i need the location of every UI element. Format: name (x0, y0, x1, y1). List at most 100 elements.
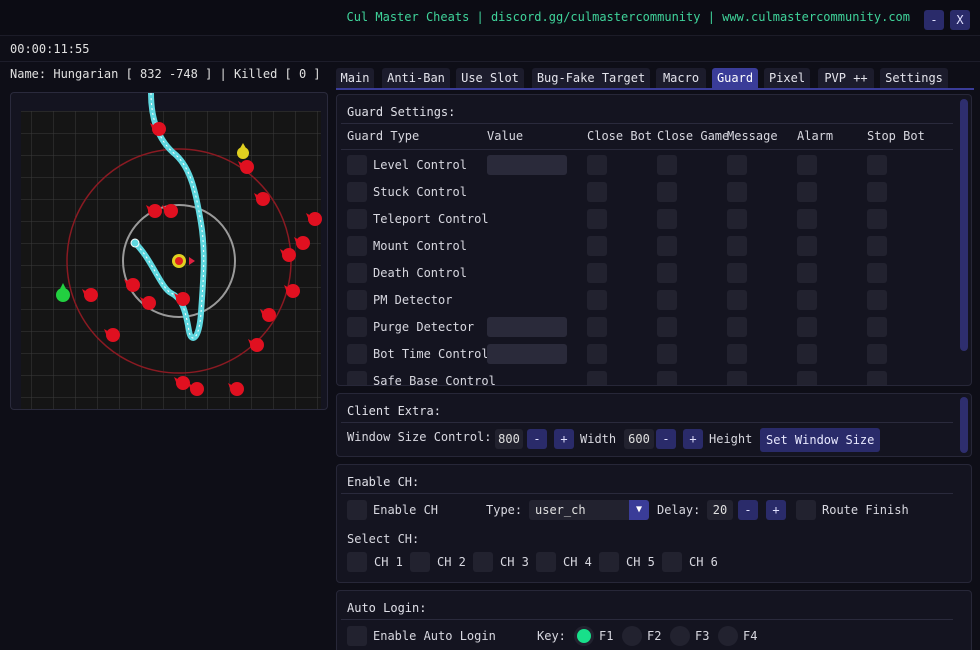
close-bot-checkbox[interactable] (587, 317, 607, 337)
enable-auto-login-checkbox[interactable] (347, 626, 367, 646)
tab-guard[interactable]: Guard (712, 68, 758, 88)
alarm-checkbox[interactable] (797, 371, 817, 385)
height-decrease-button[interactable]: - (656, 429, 676, 449)
alarm-checkbox[interactable] (797, 263, 817, 283)
set-window-size-button[interactable]: Set Window Size (760, 428, 880, 452)
close-bot-checkbox[interactable] (587, 344, 607, 364)
channel-checkbox[interactable] (599, 552, 619, 572)
delay-input[interactable]: 20 (707, 500, 733, 520)
elapsed-timer: 00:00:11:55 (10, 42, 90, 56)
close-game-checkbox[interactable] (657, 155, 677, 175)
alarm-checkbox[interactable] (797, 317, 817, 337)
tab-bug-fake-target[interactable]: Bug-Fake Target (532, 68, 650, 88)
stop-bot-checkbox[interactable] (867, 155, 887, 175)
close-bot-checkbox[interactable] (587, 263, 607, 283)
guard-enable-checkbox[interactable] (347, 236, 367, 256)
delay-increase-button[interactable]: + (766, 500, 786, 520)
close-game-checkbox[interactable] (657, 317, 677, 337)
height-input[interactable]: 600 (624, 429, 654, 449)
message-checkbox[interactable] (727, 317, 747, 337)
key-radio[interactable] (718, 626, 738, 646)
radar-map[interactable] (10, 92, 328, 410)
stop-bot-checkbox[interactable] (867, 317, 887, 337)
alarm-checkbox[interactable] (797, 155, 817, 175)
message-checkbox[interactable] (727, 371, 747, 385)
triangle-down-icon[interactable]: ▼ (629, 500, 649, 520)
close-game-checkbox[interactable] (657, 236, 677, 256)
close-game-checkbox[interactable] (657, 182, 677, 202)
message-checkbox[interactable] (727, 290, 747, 310)
tab-macro[interactable]: Macro (656, 68, 706, 88)
guard-enable-checkbox[interactable] (347, 371, 367, 385)
channel-checkbox[interactable] (410, 552, 430, 572)
enable-ch-checkbox[interactable] (347, 500, 367, 520)
alarm-checkbox[interactable] (797, 209, 817, 229)
key-radio[interactable] (574, 626, 594, 646)
guard-value-input[interactable] (487, 344, 567, 364)
delay-decrease-button[interactable]: - (738, 500, 758, 520)
close-game-checkbox[interactable] (657, 344, 677, 364)
guard-enable-checkbox[interactable] (347, 209, 367, 229)
channel-checkbox[interactable] (347, 552, 367, 572)
stop-bot-checkbox[interactable] (867, 290, 887, 310)
width-decrease-button[interactable]: - (527, 429, 547, 449)
close-bot-checkbox[interactable] (587, 290, 607, 310)
ch-type-select[interactable]: user_ch ▼ (529, 500, 649, 520)
close-bot-checkbox[interactable] (587, 155, 607, 175)
tab-use-slot[interactable]: Use Slot (456, 68, 524, 88)
width-input[interactable]: 800 (495, 429, 523, 449)
alarm-checkbox[interactable] (797, 344, 817, 364)
tab-settings[interactable]: Settings (880, 68, 948, 88)
alarm-checkbox[interactable] (797, 290, 817, 310)
guard-enable-checkbox[interactable] (347, 155, 367, 175)
minimize-button[interactable]: - (924, 10, 944, 30)
message-checkbox[interactable] (727, 209, 747, 229)
message-checkbox[interactable] (727, 155, 747, 175)
close-game-checkbox[interactable] (657, 371, 677, 385)
message-checkbox[interactable] (727, 182, 747, 202)
client-extra-scrollbar[interactable] (960, 397, 968, 453)
stop-bot-checkbox[interactable] (867, 371, 887, 385)
width-increase-button[interactable]: + (554, 429, 574, 449)
close-game-checkbox[interactable] (657, 290, 677, 310)
stop-bot-checkbox[interactable] (867, 182, 887, 202)
message-checkbox[interactable] (727, 236, 747, 256)
close-game-checkbox[interactable] (657, 209, 677, 229)
message-checkbox[interactable] (727, 263, 747, 283)
window-size-label: Window Size Control: (347, 430, 492, 444)
stop-bot-checkbox[interactable] (867, 263, 887, 283)
guard-value-input[interactable] (487, 155, 567, 175)
header-close-game: Close Game (657, 129, 730, 143)
tab-pixel[interactable]: Pixel (764, 68, 810, 88)
guard-enable-checkbox[interactable] (347, 182, 367, 202)
close-bot-checkbox[interactable] (587, 182, 607, 202)
tab-pvp[interactable]: PVP ++ (818, 68, 874, 88)
alarm-checkbox[interactable] (797, 182, 817, 202)
guard-value-input[interactable] (487, 317, 567, 337)
stop-bot-checkbox[interactable] (867, 236, 887, 256)
stop-bot-checkbox[interactable] (867, 209, 887, 229)
stop-bot-checkbox[interactable] (867, 344, 887, 364)
guard-enable-checkbox[interactable] (347, 317, 367, 337)
guard-enable-checkbox[interactable] (347, 263, 367, 283)
key-radio[interactable] (670, 626, 690, 646)
key-label: Key: (537, 629, 566, 643)
close-bot-checkbox[interactable] (587, 371, 607, 385)
channel-checkbox[interactable] (473, 552, 493, 572)
route-finish-checkbox[interactable] (796, 500, 816, 520)
alarm-checkbox[interactable] (797, 236, 817, 256)
close-bot-checkbox[interactable] (587, 209, 607, 229)
channel-checkbox[interactable] (662, 552, 682, 572)
channel-checkbox[interactable] (536, 552, 556, 572)
guard-enable-checkbox[interactable] (347, 344, 367, 364)
key-radio[interactable] (622, 626, 642, 646)
close-bot-checkbox[interactable] (587, 236, 607, 256)
guard-enable-checkbox[interactable] (347, 290, 367, 310)
close-button[interactable]: X (950, 10, 970, 30)
guard-scrollbar[interactable] (960, 99, 968, 351)
tab-main[interactable]: Main (336, 68, 374, 88)
message-checkbox[interactable] (727, 344, 747, 364)
close-game-checkbox[interactable] (657, 263, 677, 283)
tab-anti-ban[interactable]: Anti-Ban (382, 68, 450, 88)
height-increase-button[interactable]: + (683, 429, 703, 449)
